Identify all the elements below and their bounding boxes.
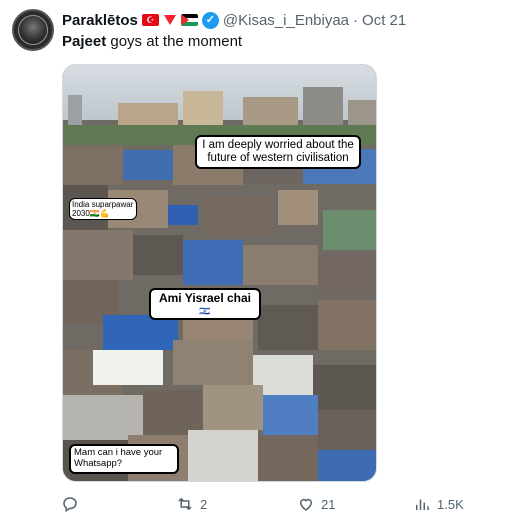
speech-bubble-bottom: Mam can i have your Whatsapp? (69, 444, 179, 474)
author-name[interactable]: Paraklētos (62, 12, 138, 29)
heart-icon (299, 498, 313, 511)
reply-icon (63, 497, 77, 513)
tweet-text-rest: goys at the moment (106, 33, 243, 50)
view-count: 1.5K (437, 496, 464, 512)
action-bar: 2 21 1.5K (0, 495, 514, 515)
tweet-image[interactable]: I am deeply worried about the future of … (62, 64, 377, 482)
like-count: 21 (321, 496, 336, 512)
avatar[interactable] (12, 9, 54, 51)
analytics-icon (416, 499, 429, 510)
speech-bubble-middle-text: Ami Yisrael chai (158, 291, 252, 305)
verified-badge-icon: ✓ (201, 11, 219, 29)
speech-bubble-middle: Ami Yisrael chai 🇮🇱 (149, 288, 261, 321)
avatar-emblem (18, 15, 48, 45)
tweet-text-bold: Pajeet (62, 33, 107, 50)
reply-button[interactable] (61, 495, 85, 513)
tweet[interactable]: Paraklētos ☪ ✓ @Kisas_i_Enbiyaa · Oct 21… (0, 0, 514, 518)
separator-dot: · (353, 11, 359, 29)
tweet-header: Paraklētos ☪ ✓ @Kisas_i_Enbiyaa · Oct 21 (62, 10, 406, 30)
turkey-flag-icon: ☪ (141, 14, 159, 26)
author-handle[interactable]: @Kisas_i_Enbiyaa (223, 12, 349, 29)
tweet-date[interactable]: Oct 21 (362, 12, 406, 29)
israel-flag-icon: 🇮🇱 (199, 305, 211, 316)
speech-bubble-left: India suparpawar 2030🇮🇳💪 (69, 198, 137, 221)
speech-bubble-top: I am deeply worried about the future of … (195, 135, 361, 170)
retweet-count: 2 (200, 496, 208, 512)
retweet-button[interactable]: 2 (176, 495, 207, 513)
name-flags: ☪ (141, 14, 198, 26)
palestine-flag-icon (180, 14, 198, 26)
red-triangle-icon (163, 15, 176, 25)
tweet-text: Pajeet goys at the moment (62, 33, 242, 50)
views-button[interactable]: 1.5K (413, 495, 464, 513)
like-button[interactable]: 21 (297, 495, 335, 513)
retweet-icon (178, 497, 192, 511)
slum-photo (63, 65, 376, 481)
